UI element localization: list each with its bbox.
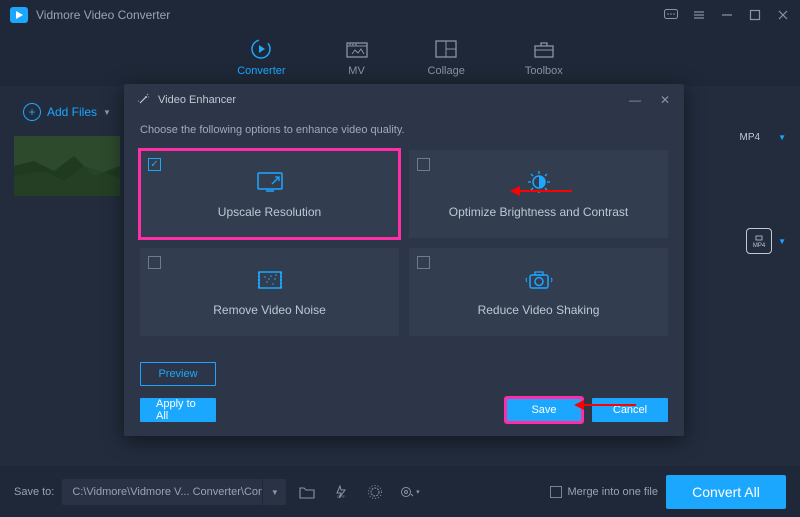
checkbox-icon xyxy=(550,486,562,498)
tab-label: Collage xyxy=(428,65,465,77)
chevron-down-icon: ▼ xyxy=(103,108,111,117)
tab-mv[interactable]: MV xyxy=(346,39,368,77)
open-folder-icon[interactable] xyxy=(294,479,320,505)
maximize-button[interactable] xyxy=(748,8,762,22)
add-files-button[interactable]: + Add Files ▼ xyxy=(14,98,120,126)
enhancer-wand-icon xyxy=(136,93,150,107)
app-title: Vidmore Video Converter xyxy=(36,8,664,22)
feedback-icon[interactable] xyxy=(664,8,678,22)
dialog-title: Video Enhancer xyxy=(158,94,612,106)
checkbox-icon xyxy=(417,256,430,269)
path-dropdown[interactable]: ▼ xyxy=(262,479,286,505)
option-remove-noise[interactable]: Remove Video Noise xyxy=(140,248,399,336)
settings-gear-icon[interactable]: ▾ xyxy=(396,479,422,505)
dialog-minimize-button[interactable]: — xyxy=(628,93,642,107)
tab-label: Toolbox xyxy=(525,65,563,77)
task-schedule-icon[interactable] xyxy=(362,479,388,505)
checkbox-icon xyxy=(148,158,161,171)
option-optimize-brightness[interactable]: Optimize Brightness and Contrast xyxy=(409,150,668,238)
option-label: Remove Video Noise xyxy=(213,303,326,317)
tab-collage[interactable]: Collage xyxy=(428,39,465,77)
output-format-badge: MP4 xyxy=(740,132,761,143)
checkbox-icon xyxy=(417,158,430,171)
option-label: Optimize Brightness and Contrast xyxy=(449,205,628,219)
tab-converter[interactable]: Converter xyxy=(237,39,285,77)
chevron-down-icon: ▼ xyxy=(778,237,786,246)
merge-checkbox[interactable]: Merge into one file xyxy=(550,486,659,498)
checkbox-icon xyxy=(148,256,161,269)
add-files-label: Add Files xyxy=(47,105,97,119)
close-button[interactable] xyxy=(776,8,790,22)
video-thumbnail[interactable] xyxy=(14,136,120,196)
save-to-label: Save to: xyxy=(14,486,54,498)
dialog-close-button[interactable]: ✕ xyxy=(658,93,672,107)
collage-icon xyxy=(435,39,457,59)
convert-all-button[interactable]: Convert All xyxy=(666,475,786,509)
mp4-file-icon: MP4 xyxy=(746,228,772,254)
plus-icon: + xyxy=(23,103,41,121)
svg-text:OFF: OFF xyxy=(337,494,346,499)
option-label: Reduce Video Shaking xyxy=(478,303,600,317)
save-button[interactable]: Save xyxy=(506,398,582,422)
cancel-button[interactable]: Cancel xyxy=(592,398,668,422)
toolbox-icon xyxy=(533,39,555,59)
tab-toolbox[interactable]: Toolbox xyxy=(525,39,563,77)
tab-label: Converter xyxy=(237,65,285,77)
hardware-accel-icon[interactable]: OFF xyxy=(328,479,354,505)
tab-label: MV xyxy=(348,65,365,77)
apply-to-all-button[interactable]: Apply to All xyxy=(140,398,216,422)
preview-button[interactable]: Preview xyxy=(140,362,216,386)
menu-icon[interactable] xyxy=(692,8,706,22)
upscale-icon xyxy=(255,169,285,195)
option-upscale-resolution[interactable]: Upscale Resolution xyxy=(140,150,399,238)
brightness-icon xyxy=(524,169,554,195)
app-logo xyxy=(10,7,28,23)
noise-icon xyxy=(255,267,285,293)
camera-shake-icon xyxy=(524,267,554,293)
option-label: Upscale Resolution xyxy=(218,205,321,219)
mv-icon xyxy=(346,39,368,59)
option-reduce-shaking[interactable]: Reduce Video Shaking xyxy=(409,248,668,336)
chevron-down-icon[interactable]: ▼ xyxy=(778,133,786,142)
converter-icon xyxy=(250,39,272,59)
minimize-button[interactable] xyxy=(720,8,734,22)
merge-label: Merge into one file xyxy=(568,486,659,498)
video-enhancer-dialog: Video Enhancer — ✕ Choose the following … xyxy=(124,84,684,436)
dialog-description: Choose the following options to enhance … xyxy=(124,116,684,150)
save-path-field[interactable]: C:\Vidmore\Vidmore V... Converter\Conver… xyxy=(62,486,262,498)
output-format-selector[interactable]: MP4 ▼ xyxy=(746,228,786,254)
